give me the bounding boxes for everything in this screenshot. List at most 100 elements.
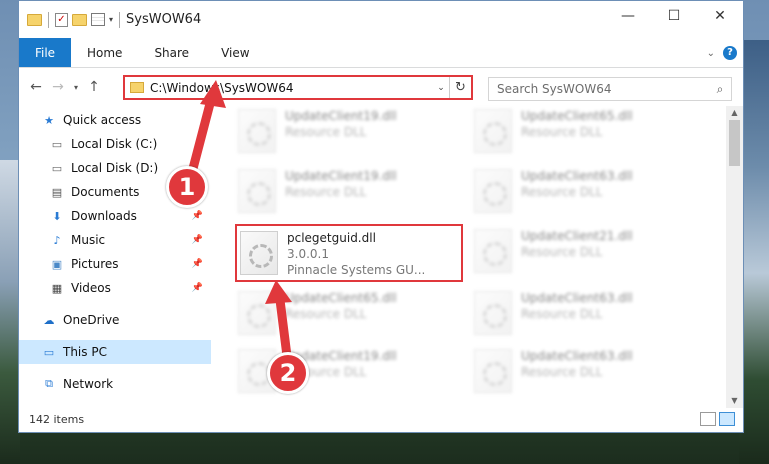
window-controls: — ☐ ✕: [605, 1, 743, 31]
address-dropdown-chevron-icon[interactable]: ⌄: [433, 83, 449, 93]
properties-check-icon[interactable]: ✓: [55, 12, 68, 27]
file-name: UpdateClient63.dll: [521, 349, 633, 363]
title-divider: [119, 11, 121, 28]
file-item[interactable]: UpdateClient19.dll Resource DLL: [238, 166, 458, 222]
sidebar-item-music[interactable]: ♪ Music 📌: [19, 228, 211, 252]
tab-share[interactable]: Share: [138, 38, 205, 67]
recent-locations-chevron-icon[interactable]: ▾: [69, 83, 83, 92]
sidebar-item-label: Documents: [71, 185, 140, 199]
file-item[interactable]: UpdateClient63.dll Resource DLL: [474, 166, 694, 222]
pictures-icon: ▣: [51, 257, 63, 271]
sidebar-item-label: Music: [71, 233, 106, 247]
expand-ribbon-chevron-icon[interactable]: ⌄: [707, 48, 715, 59]
sidebar-item-label: Pictures: [71, 257, 119, 271]
refresh-icon[interactable]: ↻: [449, 77, 471, 98]
cloud-icon: ☁: [43, 313, 55, 327]
dll-file-icon: [474, 169, 512, 213]
file-description: Resource DLL: [521, 307, 603, 321]
tab-home[interactable]: Home: [71, 38, 138, 67]
sidebar-item-label: OneDrive: [63, 313, 120, 327]
file-name: UpdateClient63.dll: [521, 291, 633, 305]
dll-file-icon: [474, 291, 512, 335]
large-icons-view-button[interactable]: [719, 412, 735, 426]
sidebar-item-videos[interactable]: ▦ Videos 📌: [19, 276, 211, 300]
help-button[interactable]: ?: [723, 46, 737, 60]
file-item[interactable]: UpdateClient21.dll Resource DLL: [474, 226, 694, 282]
pin-icon[interactable]: 📌: [192, 235, 203, 245]
file-name: UpdateClient19.dll: [285, 109, 397, 123]
title-bar: ✓ ▾ SysWOW64 — ☐ ✕: [19, 1, 743, 38]
file-description: Resource DLL: [521, 125, 603, 139]
quick-access-toolbar: ✓ ▾: [19, 11, 113, 28]
vertical-scrollbar[interactable]: ▲ ▼: [726, 106, 743, 408]
pin-icon[interactable]: 📌: [192, 283, 203, 293]
pin-icon[interactable]: 📌: [192, 259, 203, 269]
dll-file-icon: [238, 169, 276, 213]
file-company: Pinnacle Systems GU...: [287, 263, 426, 277]
sidebar-item-this-pc[interactable]: ▭ This PC: [19, 340, 211, 364]
file-description: Resource DLL: [285, 125, 367, 139]
sidebar-item-quick-access[interactable]: ★ Quick access: [19, 108, 211, 132]
navigation-bar: ← → ▾ ↑ C:\Windows\SysWOW64 ⌄ ↻ Search S…: [19, 68, 743, 106]
ribbon-tabs: File Home Share View ⌄ ?: [19, 38, 743, 68]
scrollbar-thumb[interactable]: [729, 120, 740, 166]
step-1-badge: 1: [166, 166, 208, 208]
properties-icon[interactable]: [91, 13, 105, 26]
maximize-button[interactable]: ☐: [651, 1, 697, 31]
file-name: UpdateClient21.dll: [521, 229, 633, 243]
pc-icon: ▭: [43, 345, 55, 359]
file-description: Resource DLL: [521, 365, 603, 379]
new-folder-icon[interactable]: [72, 13, 87, 26]
file-description: Resource DLL: [521, 185, 603, 199]
sidebar-item-label: Downloads: [71, 209, 137, 223]
sidebar-item-onedrive[interactable]: ☁ OneDrive: [19, 308, 211, 332]
file-item[interactable]: UpdateClient65.dll Resource DLL: [474, 106, 694, 162]
dll-file-icon: [474, 109, 512, 153]
file-name: pclegetguid.dll: [287, 231, 376, 245]
minimize-button[interactable]: —: [605, 1, 651, 31]
sidebar-item-local-disk-c[interactable]: ▭ Local Disk (C:): [19, 132, 211, 156]
file-item[interactable]: UpdateClient65.dll Resource DLL: [238, 288, 458, 344]
desktop-background-left: [0, 160, 20, 464]
file-name: UpdateClient65.dll: [285, 291, 397, 305]
up-arrow-icon[interactable]: ↑: [83, 79, 105, 95]
search-icon[interactable]: ⌕: [709, 82, 731, 97]
search-input[interactable]: Search SysWOW64: [497, 82, 709, 96]
navigation-pane: ★ Quick access ▭ Local Disk (C:) ▭ Local…: [19, 106, 211, 408]
back-arrow-icon[interactable]: ←: [25, 79, 47, 95]
documents-icon: ▤: [51, 185, 63, 199]
file-item-pclegetguid[interactable]: pclegetguid.dll 3.0.0.1 Pinnacle Systems…: [235, 224, 463, 282]
drive-icon: ▭: [51, 161, 63, 175]
pin-icon[interactable]: 📌: [192, 211, 203, 221]
file-item[interactable]: UpdateClient63.dll Resource DLL: [474, 346, 694, 402]
file-item[interactable]: UpdateClient63.dll Resource DLL: [474, 288, 694, 344]
status-bar: 142 items: [19, 406, 743, 432]
forward-arrow-icon[interactable]: →: [47, 79, 69, 95]
details-view-button[interactable]: [700, 412, 716, 426]
tab-view[interactable]: View: [205, 38, 265, 67]
address-bar[interactable]: C:\Windows\SysWOW64 ⌄ ↻: [123, 75, 473, 100]
sidebar-item-label: Videos: [71, 281, 111, 295]
sidebar-item-pictures[interactable]: ▣ Pictures 📌: [19, 252, 211, 276]
window-title: SysWOW64: [126, 12, 202, 27]
star-icon: ★: [44, 113, 54, 127]
file-description: Resource DLL: [285, 307, 367, 321]
scroll-up-arrow-icon[interactable]: ▲: [726, 106, 743, 120]
sidebar-item-network[interactable]: ⧉ Network: [19, 372, 211, 396]
customize-toolbar-chevron-icon[interactable]: ▾: [109, 15, 113, 24]
close-button[interactable]: ✕: [697, 1, 743, 31]
drive-icon: ▭: [51, 137, 63, 151]
downloads-icon: ⬇: [52, 209, 62, 223]
file-item[interactable]: UpdateClient19.dll Resource DLL: [238, 106, 458, 162]
dll-file-icon: [240, 231, 278, 275]
file-name: UpdateClient63.dll: [521, 169, 633, 183]
sidebar-item-label: Local Disk (C:): [71, 137, 158, 151]
network-icon: ⧉: [45, 377, 53, 390]
content-area: ★ Quick access ▭ Local Disk (C:) ▭ Local…: [19, 106, 743, 408]
sidebar-item-label: This PC: [63, 345, 107, 359]
folder-icon[interactable]: [27, 13, 42, 26]
search-box[interactable]: Search SysWOW64 ⌕: [488, 77, 732, 101]
dll-file-icon: [474, 349, 512, 393]
tab-file[interactable]: File: [19, 38, 71, 67]
address-path[interactable]: C:\Windows\SysWOW64: [150, 81, 433, 95]
